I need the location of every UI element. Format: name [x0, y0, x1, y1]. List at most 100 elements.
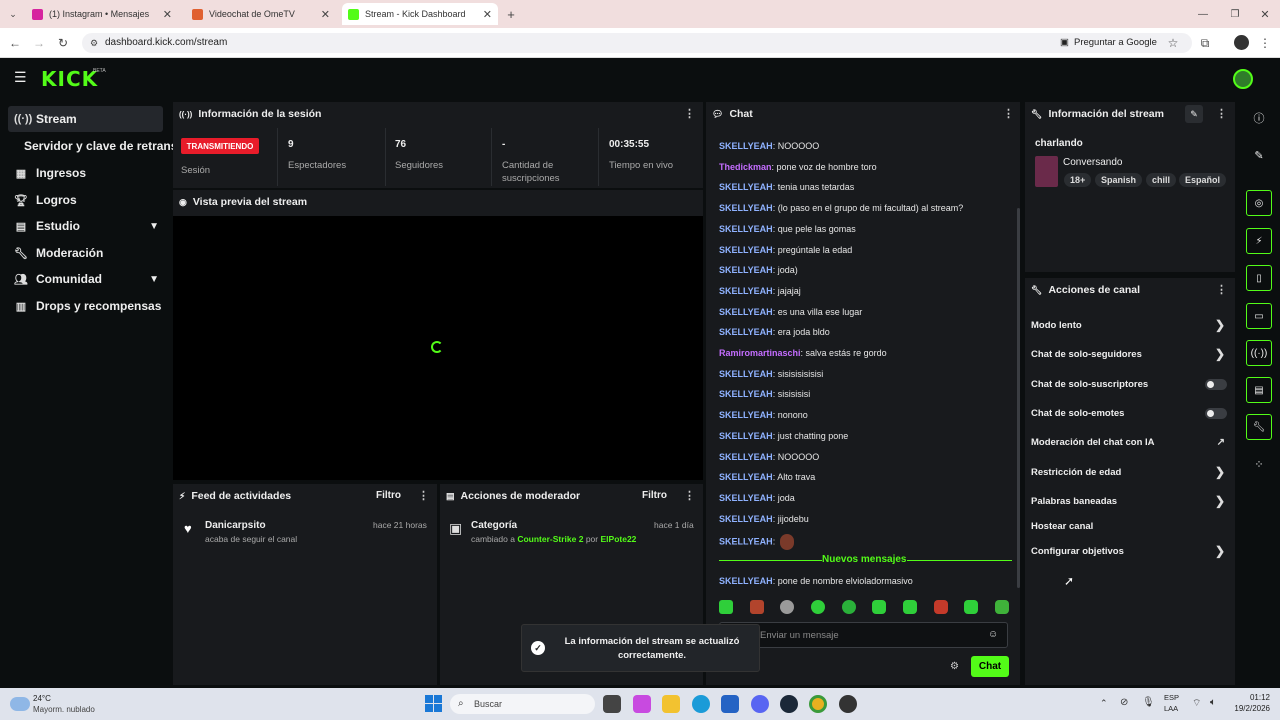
- sidebar-item-logros[interactable]: 🏆︎ Logros: [8, 187, 163, 213]
- action-ai-moderation[interactable]: Moderación del chat con IA ↗: [1031, 435, 1229, 449]
- close-tab-icon[interactable]: ✕: [321, 8, 330, 21]
- toggle-switch[interactable]: [1205, 407, 1227, 419]
- emote-icon[interactable]: [872, 600, 887, 614]
- chat-username[interactable]: SKELLYEAH: [719, 224, 773, 234]
- more-options-icon[interactable]: ⋮: [684, 489, 695, 502]
- action-age-restriction[interactable]: Restricción de edad ❯: [1031, 465, 1229, 479]
- chat-username[interactable]: SKELLYEAH: [719, 514, 773, 524]
- chat-username[interactable]: SKELLYEAH: [719, 327, 773, 337]
- chat-username[interactable]: SKELLYEAH: [719, 493, 773, 503]
- close-tab-icon[interactable]: ✕: [163, 8, 172, 21]
- send-chat-button[interactable]: Chat: [971, 656, 1009, 677]
- sidebar-item-ingresos[interactable]: ▦ Ingresos: [8, 160, 163, 186]
- chat-username[interactable]: Thedickman: [719, 162, 772, 172]
- filter-button[interactable]: Filtro: [376, 490, 401, 501]
- extensions-icon[interactable]: ⧉: [1198, 36, 1212, 50]
- sidebar-item-drops[interactable]: ▥ Drops y recompensas: [8, 293, 163, 319]
- action-goals[interactable]: Configurar objetivos ❯: [1031, 544, 1229, 558]
- site-info-icon[interactable]: ⚙: [88, 37, 100, 49]
- stream-tag[interactable]: chill: [1146, 173, 1177, 187]
- chat-username[interactable]: SKELLYEAH: [719, 307, 773, 317]
- clock-time[interactable]: 01:12: [1230, 693, 1270, 702]
- forward-icon[interactable]: →: [32, 36, 46, 50]
- sidebar-item-moderacion[interactable]: 🔧︎ Moderación: [8, 240, 163, 266]
- stream-category[interactable]: Conversando: [1063, 157, 1122, 168]
- hamburger-menu-icon[interactable]: ☰: [14, 70, 28, 84]
- close-window-icon[interactable]: ✕: [1258, 7, 1272, 21]
- chat-input[interactable]: Enviar un mensaje ☺: [719, 622, 1008, 648]
- emote-icon[interactable]: [810, 600, 825, 614]
- category-thumbnail[interactable]: [1035, 156, 1058, 187]
- emote-icon[interactable]: [719, 600, 733, 614]
- microphone-icon[interactable]: 🎙︎: [1142, 697, 1155, 708]
- info-icon[interactable]: ⓘ: [1246, 105, 1272, 131]
- more-options-icon[interactable]: ⋮: [684, 107, 695, 120]
- chat-username[interactable]: SKELLYEAH: [719, 203, 773, 213]
- chat-username[interactable]: SKELLYEAH: [719, 537, 773, 547]
- ask-google-button[interactable]: ▣ Preguntar a Google: [1060, 37, 1157, 48]
- chat-scrollbar[interactable]: [1017, 208, 1020, 588]
- keyboard-layout[interactable]: LAA: [1164, 704, 1178, 713]
- maximize-icon[interactable]: ❐: [1228, 7, 1242, 21]
- chat-username[interactable]: SKELLYEAH: [719, 141, 773, 151]
- kick-logo[interactable]: KICK: [41, 67, 98, 91]
- emote-icon[interactable]: [780, 600, 795, 614]
- task-view-icon[interactable]: [603, 695, 621, 713]
- store-icon[interactable]: [721, 695, 739, 713]
- chrome-icon[interactable]: [809, 695, 827, 713]
- windows-start-icon[interactable]: [425, 695, 442, 712]
- activity-user[interactable]: Danicarpsito: [205, 520, 266, 531]
- taskbar-search[interactable]: ⌕ Buscar: [450, 694, 595, 714]
- new-messages-label[interactable]: Nuevos mensajes: [822, 554, 907, 565]
- wifi-icon[interactable]: ⌔: [1192, 697, 1201, 710]
- weather-temp[interactable]: 24°C: [33, 694, 51, 703]
- chat-username[interactable]: SKELLYEAH: [719, 431, 773, 441]
- weather-icon[interactable]: [10, 697, 30, 711]
- action-banned-words[interactable]: Palabras baneadas ❯: [1031, 494, 1229, 508]
- chat-username[interactable]: SKELLYEAH: [719, 369, 773, 379]
- bookmark-star-icon[interactable]: ☆: [1166, 36, 1180, 50]
- discord-icon[interactable]: [751, 695, 769, 713]
- chat-username[interactable]: SKELLYEAH: [719, 286, 773, 296]
- lightning-icon[interactable]: ⚡︎: [1246, 228, 1272, 254]
- steam-icon[interactable]: [780, 695, 798, 713]
- chat-username[interactable]: SKELLYEAH: [719, 245, 773, 255]
- edit-pencil-icon[interactable]: ✎: [1246, 142, 1272, 168]
- sidebar-item-stream[interactable]: ((·)) Stream: [8, 106, 163, 132]
- chat-username[interactable]: SKELLYEAH: [719, 576, 773, 586]
- tab-kick[interactable]: Stream - Kick Dashboard ✕: [342, 3, 498, 25]
- action-host-channel[interactable]: Hostear canal: [1031, 519, 1229, 533]
- chat-username[interactable]: SKELLYEAH: [719, 182, 773, 192]
- chat-bubble-icon[interactable]: ▭: [1246, 303, 1272, 329]
- wrench-icon[interactable]: 🔧︎: [1246, 414, 1272, 440]
- emote-icon[interactable]: [841, 600, 856, 614]
- copilot-icon[interactable]: [633, 695, 651, 713]
- language-code[interactable]: ESP: [1164, 693, 1179, 702]
- tab-ometv[interactable]: Videochat de OmeTV ✕: [186, 3, 336, 25]
- minimize-icon[interactable]: —: [1196, 7, 1210, 21]
- chat-username[interactable]: SKELLYEAH: [719, 389, 773, 399]
- tab-instagram[interactable]: (1) Instagram • Mensajes ✕: [26, 3, 178, 25]
- chat-username[interactable]: SKELLYEAH: [719, 410, 773, 420]
- app-icon[interactable]: [839, 695, 857, 713]
- action-followers-only[interactable]: Chat de solo-seguidores ❯: [1031, 347, 1229, 361]
- edge-icon[interactable]: [692, 695, 710, 713]
- chat-username[interactable]: Ramiromartinaschi: [719, 348, 801, 358]
- url-text[interactable]: dashboard.kick.com/stream: [105, 37, 227, 48]
- toggle-switch[interactable]: [1205, 378, 1227, 390]
- stream-tag[interactable]: Español: [1179, 173, 1227, 187]
- back-icon[interactable]: ←: [8, 36, 22, 50]
- clock-date[interactable]: 19/2/2026: [1222, 704, 1270, 713]
- emote-icon[interactable]: [749, 600, 764, 614]
- chat-username[interactable]: SKELLYEAH: [719, 452, 773, 462]
- chat-username[interactable]: SKELLYEAH: [719, 472, 773, 482]
- more-options-icon[interactable]: ⋮: [1216, 107, 1227, 120]
- browser-menu-icon[interactable]: ⋮: [1258, 36, 1272, 50]
- emote-icon[interactable]: [933, 600, 948, 614]
- sidebar-item-estudio[interactable]: ▤ Estudio ▼: [8, 213, 163, 239]
- stream-tag[interactable]: Spanish: [1095, 173, 1143, 187]
- profile-avatar[interactable]: [1234, 35, 1249, 50]
- document-icon[interactable]: ▯: [1246, 265, 1272, 291]
- action-slow-mode[interactable]: Modo lento ❯: [1031, 318, 1229, 332]
- sidebar-item-server-key[interactable]: Servidor y clave de retransmisión: [18, 133, 173, 159]
